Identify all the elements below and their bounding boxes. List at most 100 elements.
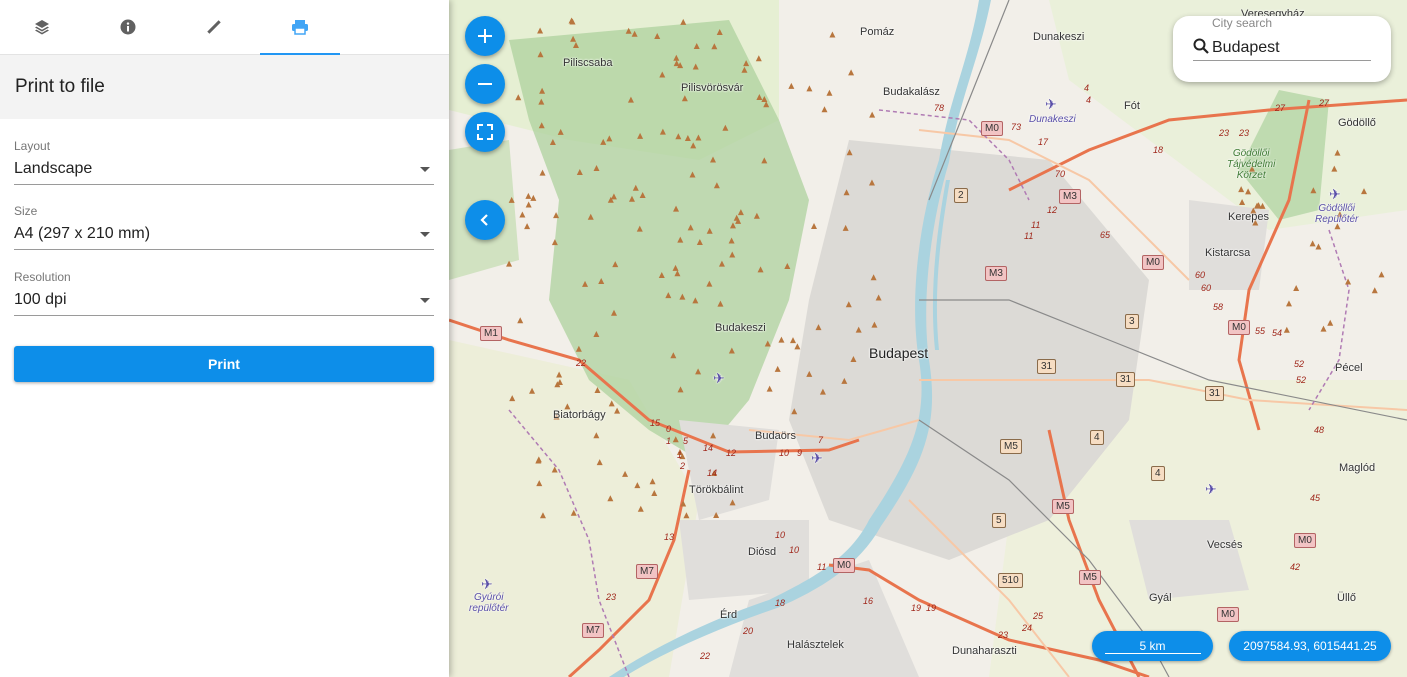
airport-icon: ✈ xyxy=(713,370,725,386)
peak-marker xyxy=(743,60,750,67)
collapse-sidebar-button[interactable] xyxy=(465,200,505,240)
airport-icon: ✈ xyxy=(481,576,493,592)
road-shield: M0 xyxy=(1294,533,1316,548)
layers-icon xyxy=(35,20,49,35)
road-shield: 31 xyxy=(1205,386,1225,401)
route-number: 7 xyxy=(818,435,824,445)
airport-icon: ✈ xyxy=(1329,186,1341,202)
scale-label: 5 km xyxy=(1104,639,1201,654)
route-number: 12 xyxy=(726,448,737,458)
tab-measure[interactable] xyxy=(174,0,254,54)
peak-marker xyxy=(672,436,679,443)
layout-select[interactable]: Landscape xyxy=(14,154,434,185)
peak-marker xyxy=(608,400,615,407)
peak-marker xyxy=(1310,187,1317,194)
peak-marker xyxy=(525,201,532,208)
route-number: 13 xyxy=(664,532,675,542)
route-number: 12 xyxy=(1047,205,1058,215)
place-label-vecses: Vecsés xyxy=(1207,539,1243,551)
place-label-gyal: Gyál xyxy=(1149,592,1172,604)
road-shield: M5 xyxy=(1052,499,1074,514)
city-search-input[interactable] xyxy=(1193,35,1371,61)
resolution-value: 100 dpi xyxy=(14,291,67,308)
peak-marker xyxy=(806,370,813,377)
printer-icon xyxy=(292,20,308,35)
peak-marker xyxy=(753,212,760,219)
tab-layers[interactable] xyxy=(2,0,82,54)
place-label-budakalasz: Budakalász xyxy=(883,86,940,98)
print-button[interactable]: Print xyxy=(14,346,434,382)
fullscreen-button[interactable] xyxy=(465,112,505,152)
sidebar: Print to file Layout Landscape Size A4 (… xyxy=(0,0,449,677)
dropdown-arrow-icon xyxy=(420,232,430,237)
peak-marker xyxy=(790,337,797,344)
peak-marker xyxy=(819,388,826,395)
peak-marker xyxy=(551,466,558,473)
peak-marker xyxy=(1327,319,1334,326)
peak-marker xyxy=(713,511,720,518)
map-view[interactable]: Budapest Pomáz Piliscsaba Pilisvörösvár … xyxy=(449,0,1407,677)
route-number: 25 xyxy=(1033,611,1044,621)
peak-marker xyxy=(632,184,639,191)
peak-marker xyxy=(637,505,644,512)
peak-marker xyxy=(525,192,532,199)
resolution-select[interactable]: 100 dpi xyxy=(14,285,434,316)
peak-marker xyxy=(791,408,798,415)
route-number: 10 xyxy=(779,448,790,458)
route-number: 52 xyxy=(1296,375,1307,385)
place-label-budakeszi: Budakeszi xyxy=(715,322,766,334)
peak-marker xyxy=(846,149,853,156)
place-label-dunakeszi: Dunakeszi xyxy=(1033,31,1085,43)
route-number: 70 xyxy=(1055,169,1066,179)
peak-marker xyxy=(706,227,713,234)
route-number: 60 xyxy=(1201,283,1212,293)
route-number: 23 xyxy=(1239,128,1250,138)
route-number: 10 xyxy=(775,530,786,540)
route-number: 22 xyxy=(576,358,587,368)
peak-marker xyxy=(539,87,546,94)
peak-marker xyxy=(757,266,764,273)
peak-marker xyxy=(675,133,682,140)
peak-marker xyxy=(815,324,822,331)
peak-marker xyxy=(637,132,644,139)
route-number: 14 xyxy=(703,443,714,453)
place-label-pecel: Pécel xyxy=(1335,362,1363,374)
peak-marker xyxy=(538,122,545,129)
peak-marker xyxy=(677,236,684,243)
peak-marker xyxy=(557,128,564,135)
route-number: 45 xyxy=(1310,493,1321,503)
tab-print[interactable] xyxy=(260,0,340,55)
peak-marker xyxy=(728,237,735,244)
road-shield: M0 xyxy=(833,558,855,573)
peak-marker xyxy=(658,271,665,278)
peak-marker xyxy=(530,194,537,201)
peak-marker xyxy=(1320,325,1327,332)
peak-marker xyxy=(729,251,736,258)
peak-marker xyxy=(729,499,736,506)
size-field: Size A4 (297 x 210 mm) xyxy=(14,204,434,250)
road-shield: M0 xyxy=(1228,320,1250,335)
peak-marker xyxy=(524,223,531,230)
peak-marker xyxy=(1331,165,1338,172)
zoom-out-button[interactable] xyxy=(465,64,505,104)
place-label-halasztelek: Halásztelek xyxy=(787,639,844,651)
road-shield: 4 xyxy=(1090,430,1104,445)
peak-marker xyxy=(794,343,801,350)
route-number: 60 xyxy=(1195,270,1206,280)
peak-marker xyxy=(536,480,543,487)
tab-info[interactable] xyxy=(88,0,168,54)
route-number: 5 xyxy=(683,436,689,446)
size-select[interactable]: A4 (297 x 210 mm) xyxy=(14,219,434,250)
place-label-budapest: Budapest xyxy=(869,345,929,361)
peak-marker xyxy=(717,300,724,307)
peak-marker xyxy=(625,27,632,34)
peak-marker xyxy=(670,352,677,359)
zoom-in-button[interactable] xyxy=(465,16,505,56)
route-number: 11 xyxy=(1024,231,1034,241)
route-number: 22 xyxy=(700,651,711,661)
dropdown-arrow-icon xyxy=(420,298,430,303)
peak-marker xyxy=(692,63,699,70)
route-number: 23 xyxy=(1219,128,1230,138)
peak-marker xyxy=(1309,240,1316,247)
peak-marker xyxy=(570,509,577,516)
